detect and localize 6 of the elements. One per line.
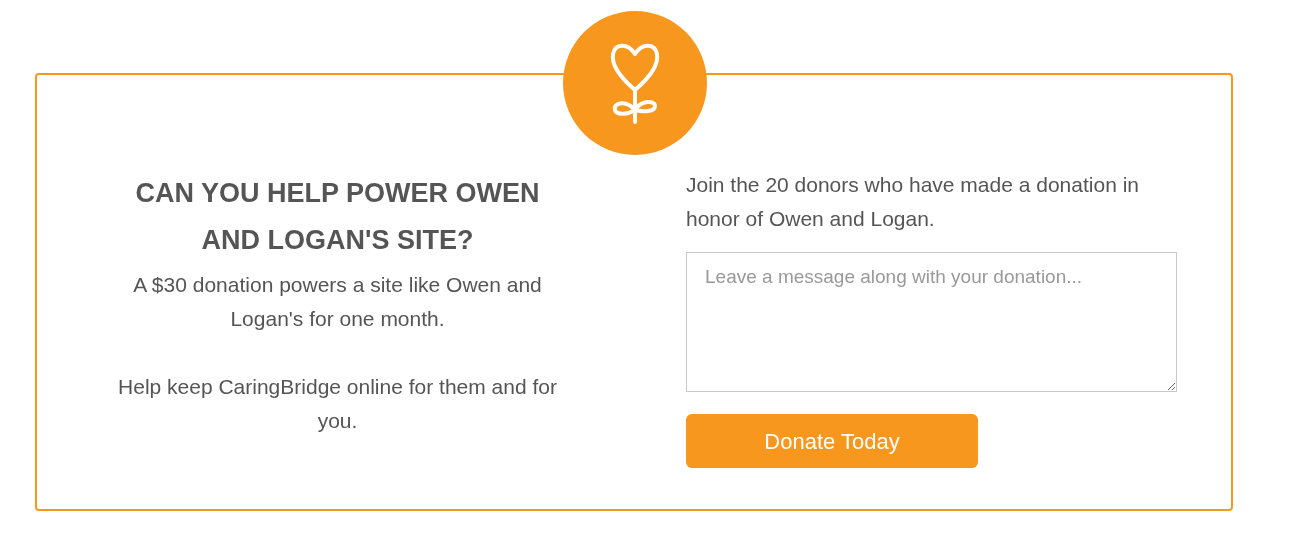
heading: CAN YOU HELP POWER OWEN AND LOGAN'S SITE?: [134, 177, 541, 257]
body-text: A $30 donation powers a site like Owen and Logan's for one month.: [132, 272, 543, 332]
donate-button[interactable]: Donate Today: [686, 414, 978, 468]
body-text: Help keep CaringBridge online for them and for you.: [117, 374, 558, 434]
message-field[interactable]: Leave a message along with your donation...: [686, 252, 1177, 392]
donors-text: Join the 20 donors who have made a donation in honor of Owen and Logan.: [686, 172, 1140, 232]
